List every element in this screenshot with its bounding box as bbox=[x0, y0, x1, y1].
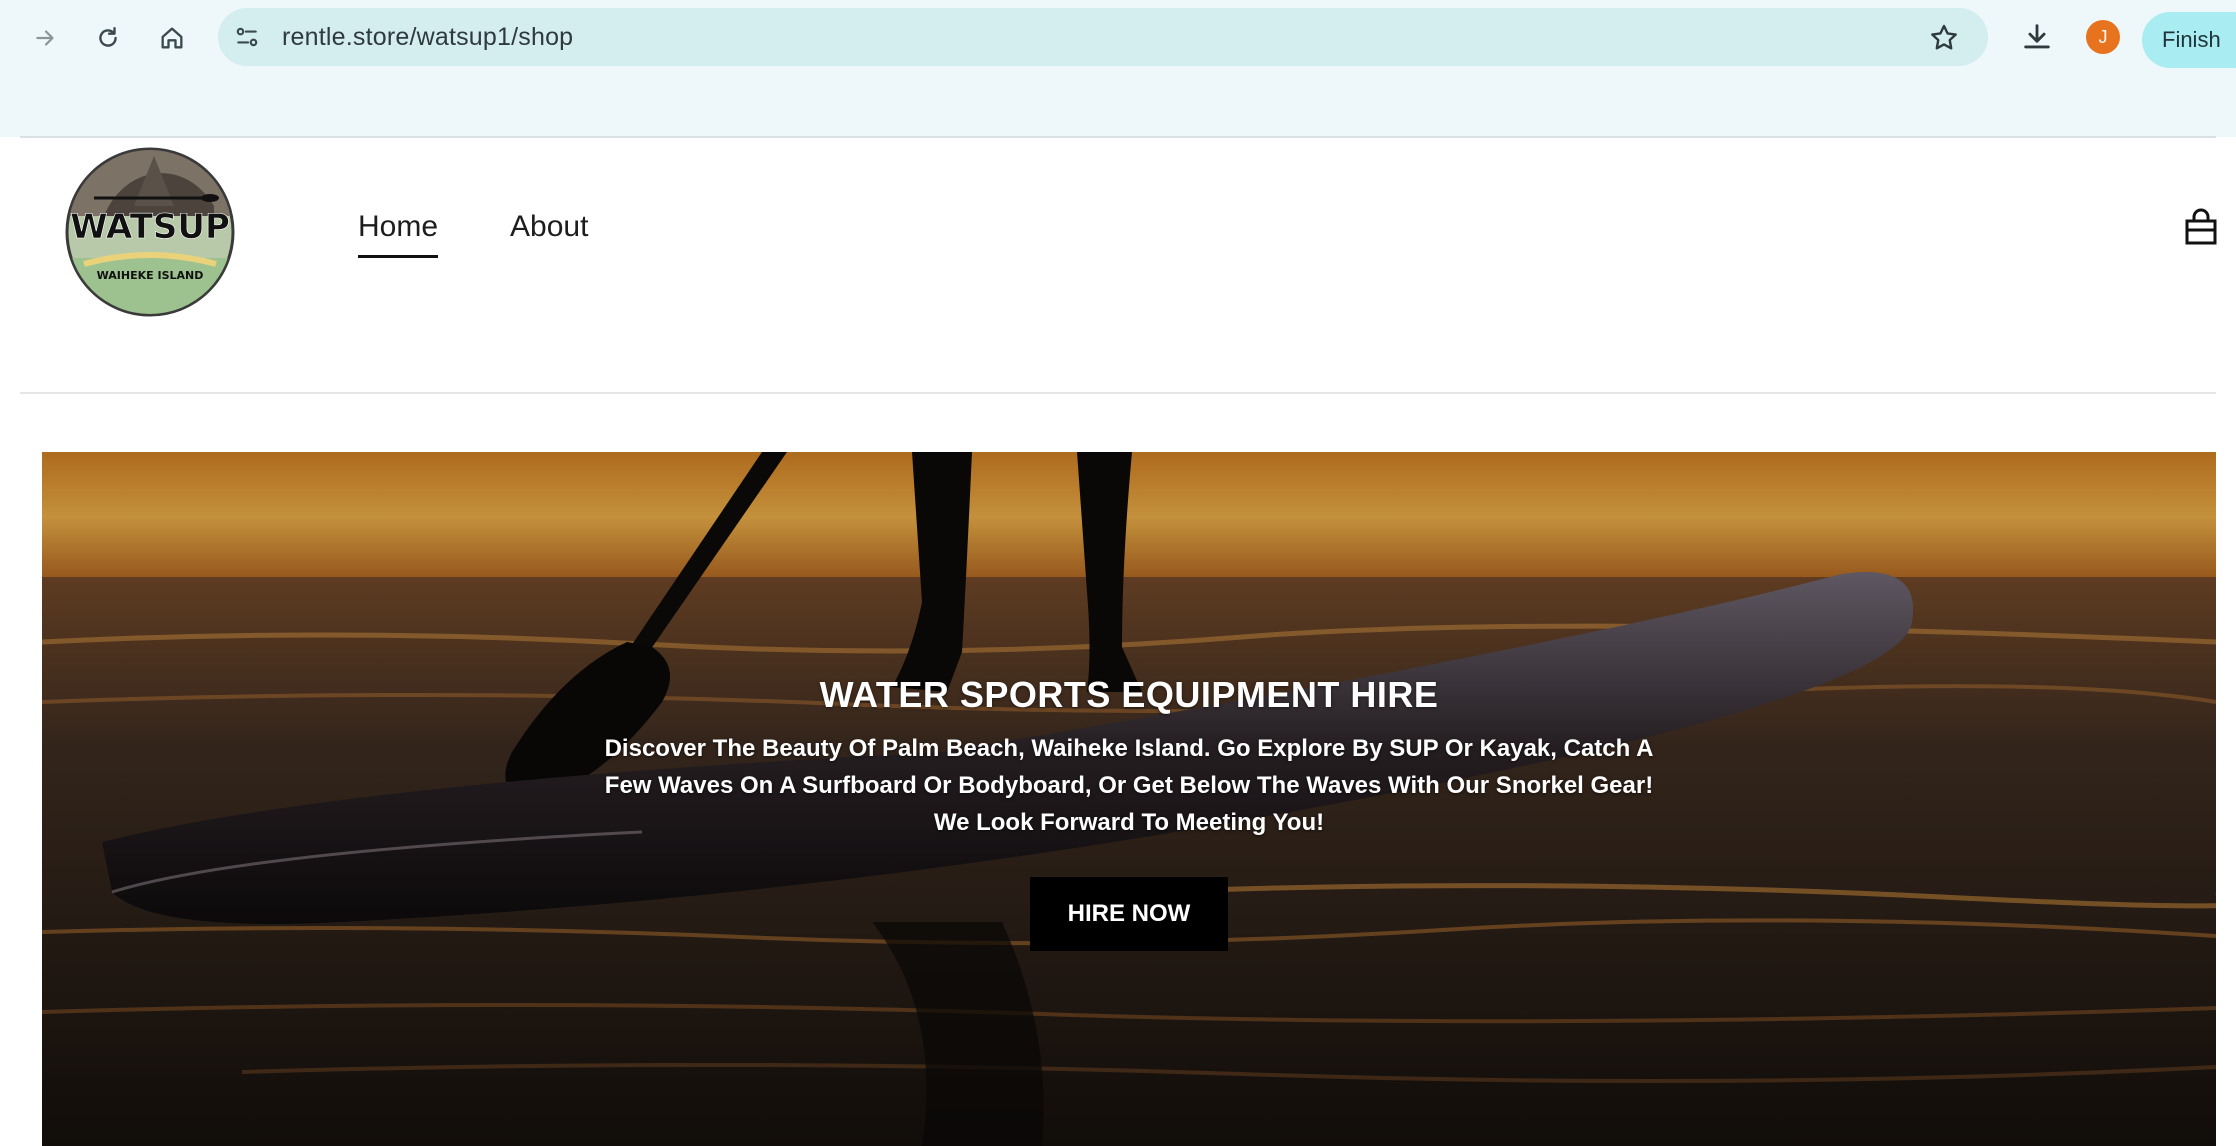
finish-button[interactable]: Finish bbox=[2142, 12, 2236, 68]
hero-title: WATER SPORTS EQUIPMENT HIRE bbox=[819, 674, 1439, 715]
hero-description: Discover The Beauty Of Palm Beach, Waihe… bbox=[604, 735, 1654, 836]
url-text[interactable]: rentle.store/watsup1/shop bbox=[282, 23, 573, 52]
shopping-bag-icon[interactable] bbox=[2184, 208, 2218, 246]
hero-banner: WATER SPORTS EQUIPMENT HIRE Discover The… bbox=[42, 452, 2216, 1146]
site-header: WATSUP WAIHEKE ISLAND Home About bbox=[20, 138, 2218, 393]
header-divider bbox=[20, 392, 2216, 394]
hire-now-button[interactable]: HIRE NOW bbox=[1030, 877, 1228, 951]
svg-text:WATSUP: WATSUP bbox=[70, 207, 230, 247]
reload-icon[interactable] bbox=[86, 16, 130, 60]
star-icon[interactable] bbox=[1928, 22, 1960, 54]
download-icon[interactable] bbox=[2020, 20, 2056, 56]
browser-chrome: rentle.store/watsup1/shop J Finish bbox=[0, 0, 2236, 138]
browser-toolbar: rentle.store/watsup1/shop J Finish bbox=[0, 8, 2236, 68]
hero-content: WATER SPORTS EQUIPMENT HIRE Discover The… bbox=[42, 674, 2216, 951]
watsup-logo[interactable]: WATSUP WAIHEKE ISLAND bbox=[64, 146, 236, 318]
svg-text:WAIHEKE ISLAND: WAIHEKE ISLAND bbox=[97, 269, 204, 282]
site-info-icon[interactable] bbox=[232, 22, 262, 52]
home-icon[interactable] bbox=[150, 16, 194, 60]
nav-about-link[interactable]: About bbox=[510, 210, 588, 244]
forward-icon[interactable] bbox=[24, 16, 68, 60]
nav-home-link[interactable]: Home bbox=[358, 210, 439, 258]
profile-avatar[interactable]: J bbox=[2086, 20, 2120, 54]
